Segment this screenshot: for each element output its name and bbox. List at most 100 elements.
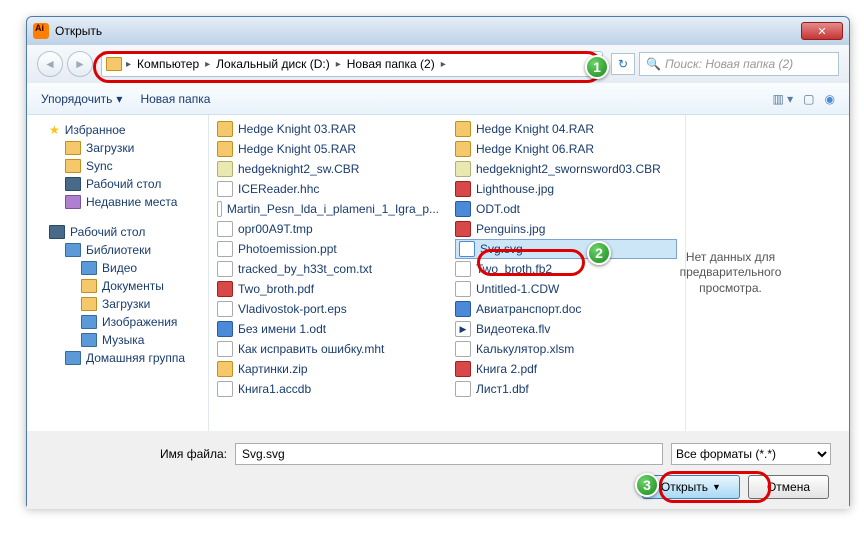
chevron-right-icon: ▸ [126, 59, 131, 70]
file-item[interactable]: ODT.odt [455, 199, 677, 219]
search-icon: 🔍 [646, 57, 661, 71]
cancel-button[interactable]: Отмена [748, 475, 829, 499]
file-item[interactable]: Hedge Knight 03.RAR [217, 119, 439, 139]
ppt-icon [217, 241, 233, 257]
breadcrumb[interactable]: ▸ Компьютер ▸ Локальный диск (D:) ▸ Нова… [101, 51, 603, 77]
file-item[interactable]: Лист1.dbf [455, 379, 677, 399]
file-icon [217, 181, 233, 197]
sidebar-music[interactable]: Музыка [31, 331, 204, 349]
sidebar-homegroup[interactable]: Домашняя группа [31, 349, 204, 367]
file-item[interactable]: tracked_by_h33t_com.txt [217, 259, 439, 279]
back-button[interactable]: ◄ [37, 51, 63, 77]
file-item[interactable]: Two_broth.fb2 [455, 259, 677, 279]
file-item[interactable]: Hedge Knight 05.RAR [217, 139, 439, 159]
svg-icon [459, 241, 475, 257]
folder-icon [65, 141, 81, 155]
file-item[interactable]: ICEReader.hhc [217, 179, 439, 199]
zip-icon [217, 361, 233, 377]
new-folder-button[interactable]: Новая папка [140, 92, 210, 106]
file-item[interactable]: Photoemission.ppt [217, 239, 439, 259]
organize-menu[interactable]: Упорядочить ▾ [41, 92, 122, 106]
file-item[interactable]: Книга 2.pdf [455, 359, 677, 379]
help-button[interactable]: ◉ [825, 92, 835, 106]
file-item[interactable]: hedgeknight2_sw.CBR [217, 159, 439, 179]
homegroup-icon [65, 351, 81, 365]
sidebar-recent[interactable]: Недавние места [31, 193, 204, 211]
filetype-select[interactable]: Все форматы (*.*) [671, 443, 831, 465]
file-item[interactable]: Книга1.accdb [217, 379, 439, 399]
eps-icon [217, 301, 233, 317]
sidebar-downloads2[interactable]: Загрузки [31, 295, 204, 313]
file-item-selected[interactable]: Svg.svg [455, 239, 677, 259]
close-button[interactable]: ✕ [801, 22, 843, 40]
sidebar-favorites[interactable]: ★Избранное [31, 121, 204, 139]
file-item[interactable]: Hedge Knight 06.RAR [455, 139, 677, 159]
ai-icon [33, 23, 49, 39]
desktop-icon [49, 225, 65, 239]
file-item[interactable]: Lighthouse.jpg [455, 179, 677, 199]
file-item[interactable]: ▶Видеотека.flv [455, 319, 677, 339]
file-icon [217, 201, 222, 217]
file-icon [217, 221, 233, 237]
file-list[interactable]: Hedge Knight 03.RAR Hedge Knight 05.RAR … [209, 115, 849, 431]
file-item[interactable]: Penguins.jpg [455, 219, 677, 239]
file-item[interactable]: Без имени 1.odt [217, 319, 439, 339]
sidebar-desktop[interactable]: Рабочий стол [31, 175, 204, 193]
titlebar: Открыть ✕ [27, 17, 849, 45]
flv-icon: ▶ [455, 321, 471, 337]
library-icon [65, 243, 81, 257]
forward-button[interactable]: ► [67, 51, 93, 77]
file-item[interactable]: Авиатранспорт.doc [455, 299, 677, 319]
odt-icon [217, 321, 233, 337]
breadcrumb-segment[interactable]: Новая папка (2) [345, 57, 437, 71]
annotation-marker-3: 3 [635, 473, 659, 497]
file-item[interactable]: Untitled-1.CDW [455, 279, 677, 299]
sidebar-sync[interactable]: Sync [31, 157, 204, 175]
recent-icon [65, 195, 81, 209]
rar-icon [455, 121, 471, 137]
sidebar-downloads[interactable]: Загрузки [31, 139, 204, 157]
file-item[interactable]: Vladivostok-port.eps [217, 299, 439, 319]
refresh-button[interactable]: ↻ [611, 53, 635, 75]
file-item[interactable]: hedgeknight2_swornsword03.CBR [455, 159, 677, 179]
preview-pane-button[interactable]: ▢ [803, 92, 814, 106]
breadcrumb-segment[interactable]: Локальный диск (D:) [214, 57, 332, 71]
file-item[interactable]: Как исправить ошибку.mht [217, 339, 439, 359]
folder-icon [81, 297, 97, 311]
preview-pane: Нет данных для предварительного просмотр… [685, 115, 775, 431]
cdw-icon [455, 281, 471, 297]
cbr-icon [455, 161, 471, 177]
file-item[interactable]: Hedge Knight 04.RAR [455, 119, 677, 139]
pdf-icon [455, 361, 471, 377]
documents-icon [81, 279, 97, 293]
file-item[interactable]: opr00A9T.tmp [217, 219, 439, 239]
pdf-icon [217, 281, 233, 297]
filename-label: Имя файла: [45, 447, 227, 461]
star-icon: ★ [49, 123, 60, 137]
video-icon [81, 261, 97, 275]
filename-input[interactable] [235, 443, 663, 465]
chevron-down-icon: ▾ [116, 92, 122, 106]
chevron-right-icon: ▸ [205, 59, 210, 70]
sidebar-desktop2[interactable]: Рабочий стол [31, 223, 204, 241]
search-input[interactable]: 🔍 Поиск: Новая папка (2) [639, 52, 839, 76]
cbr-icon [217, 161, 233, 177]
toolbar: Упорядочить ▾ Новая папка ▥ ▾ ▢ ◉ [27, 83, 849, 115]
file-item[interactable]: Martin_Pesn_lda_i_plameni_1_Igra_p... [217, 199, 439, 219]
sidebar: ★Избранное Загрузки Sync Рабочий стол Не… [27, 115, 209, 431]
breadcrumb-segment[interactable]: Компьютер [135, 57, 201, 71]
view-button[interactable]: ▥ ▾ [772, 92, 793, 106]
file-item[interactable]: Калькулятор.xlsm [455, 339, 677, 359]
sidebar-libraries[interactable]: Библиотеки [31, 241, 204, 259]
sidebar-documents[interactable]: Документы [31, 277, 204, 295]
open-dialog: Открыть ✕ ◄ ► ▸ Компьютер ▸ Локальный ди… [26, 16, 850, 506]
dialog-title: Открыть [55, 24, 102, 38]
file-item[interactable]: Two_broth.pdf [217, 279, 439, 299]
sidebar-pictures[interactable]: Изображения [31, 313, 204, 331]
folder-icon [106, 57, 122, 71]
doc-icon [455, 301, 471, 317]
rar-icon [217, 141, 233, 157]
sidebar-video[interactable]: Видео [31, 259, 204, 277]
xlsm-icon [455, 341, 471, 357]
file-item[interactable]: Картинки.zip [217, 359, 439, 379]
